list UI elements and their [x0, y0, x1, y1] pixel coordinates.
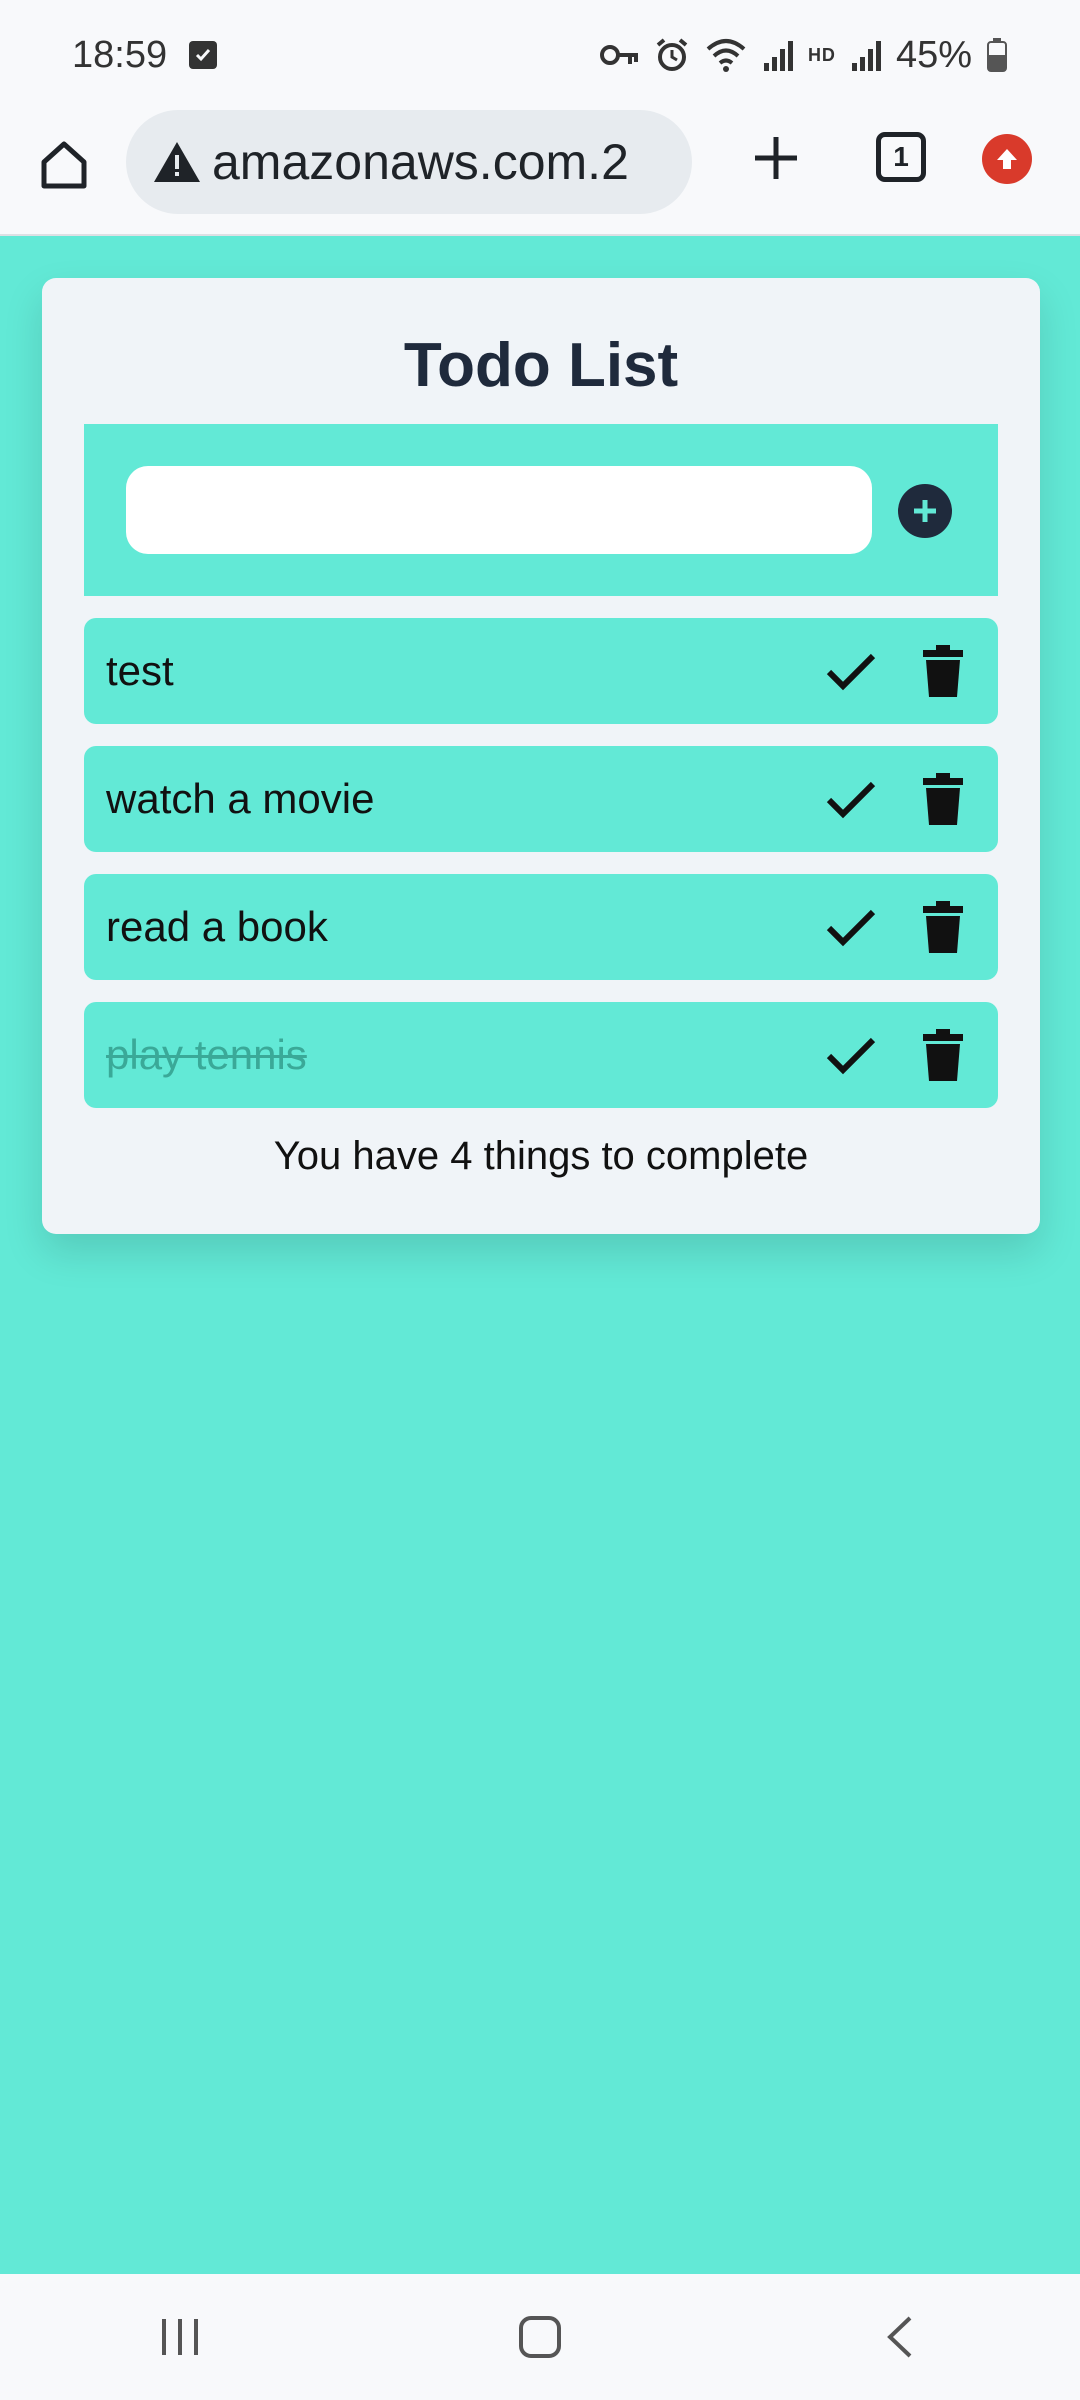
plus-icon: [755, 137, 797, 179]
browser-toolbar: 2.amazonaws.com 1: [0, 110, 1080, 236]
todo-list: test watch a movie read a book play tenn…: [84, 618, 998, 1130]
complete-button[interactable]: [824, 776, 878, 822]
home-nav-button[interactable]: [495, 2297, 585, 2377]
battery-percent: 45%: [895, 33, 972, 76]
complete-button[interactable]: [824, 904, 878, 950]
signal-r-icon: [762, 37, 794, 73]
status-bar: 18:59 HD 45%: [0, 0, 1080, 110]
todo-card: Todo List test watch a movie read a book…: [42, 278, 1040, 1234]
signal-icon: [850, 37, 882, 73]
back-button[interactable]: [855, 2297, 945, 2377]
remaining-count-text: You have 4 things to complete: [273, 1134, 809, 1178]
battery-icon: [986, 37, 1008, 73]
check-icon: [826, 909, 876, 947]
trash-icon: [923, 645, 963, 697]
status-time: 18:59: [72, 33, 168, 76]
complete-button[interactable]: [824, 1032, 878, 1078]
trash-icon: [923, 901, 963, 953]
check-icon: [826, 653, 876, 691]
recents-button[interactable]: [135, 2297, 225, 2377]
check-icon: [826, 1037, 876, 1075]
check-icon: [826, 781, 876, 819]
checkbox-notification-icon: [189, 41, 218, 69]
wifi-icon: [704, 37, 748, 73]
delete-button[interactable]: [922, 1028, 964, 1082]
url-text: 2.amazonaws.com: [212, 134, 629, 190]
status-right: HD 45%: [599, 33, 1008, 77]
complete-button[interactable]: [824, 648, 878, 694]
home-button[interactable]: [32, 132, 96, 196]
home-nav-icon: [519, 2316, 561, 2358]
home-icon: [41, 141, 87, 189]
todo-text: play tennis: [106, 1031, 307, 1078]
todo-input[interactable]: [126, 466, 872, 554]
todo-item: watch a movie: [84, 746, 998, 852]
tab-switcher-button[interactable]: 1: [876, 132, 926, 182]
todo-item: test: [84, 618, 998, 724]
todo-text: test: [106, 647, 174, 694]
todo-text: read a book: [106, 903, 328, 950]
update-icon: [997, 149, 1017, 169]
alarm-icon: [654, 37, 690, 73]
new-tab-button[interactable]: [746, 128, 806, 188]
address-bar[interactable]: 2.amazonaws.com: [126, 110, 692, 214]
delete-button[interactable]: [922, 644, 964, 698]
back-icon: [887, 2316, 912, 2358]
tab-count: 1: [893, 141, 909, 172]
plus-icon: [914, 500, 936, 522]
recents-icon: [162, 2319, 198, 2355]
trash-icon: [923, 773, 963, 825]
page-title: Todo List: [403, 331, 679, 400]
warning-icon: [152, 140, 202, 184]
todo-text: watch a movie: [106, 775, 375, 822]
system-nav-bar: [0, 2274, 1080, 2400]
trash-icon: [923, 1029, 963, 1081]
network-type-label: HD: [807, 44, 836, 65]
delete-button[interactable]: [922, 900, 964, 954]
todo-item: read a book: [84, 874, 998, 980]
key-icon: [599, 42, 640, 68]
delete-button[interactable]: [922, 772, 964, 826]
todo-item-completed: play tennis: [84, 1002, 998, 1108]
add-todo-form: [84, 424, 998, 596]
add-todo-button[interactable]: [898, 484, 952, 538]
status-left: 18:59: [72, 33, 218, 77]
update-button[interactable]: [982, 134, 1032, 184]
